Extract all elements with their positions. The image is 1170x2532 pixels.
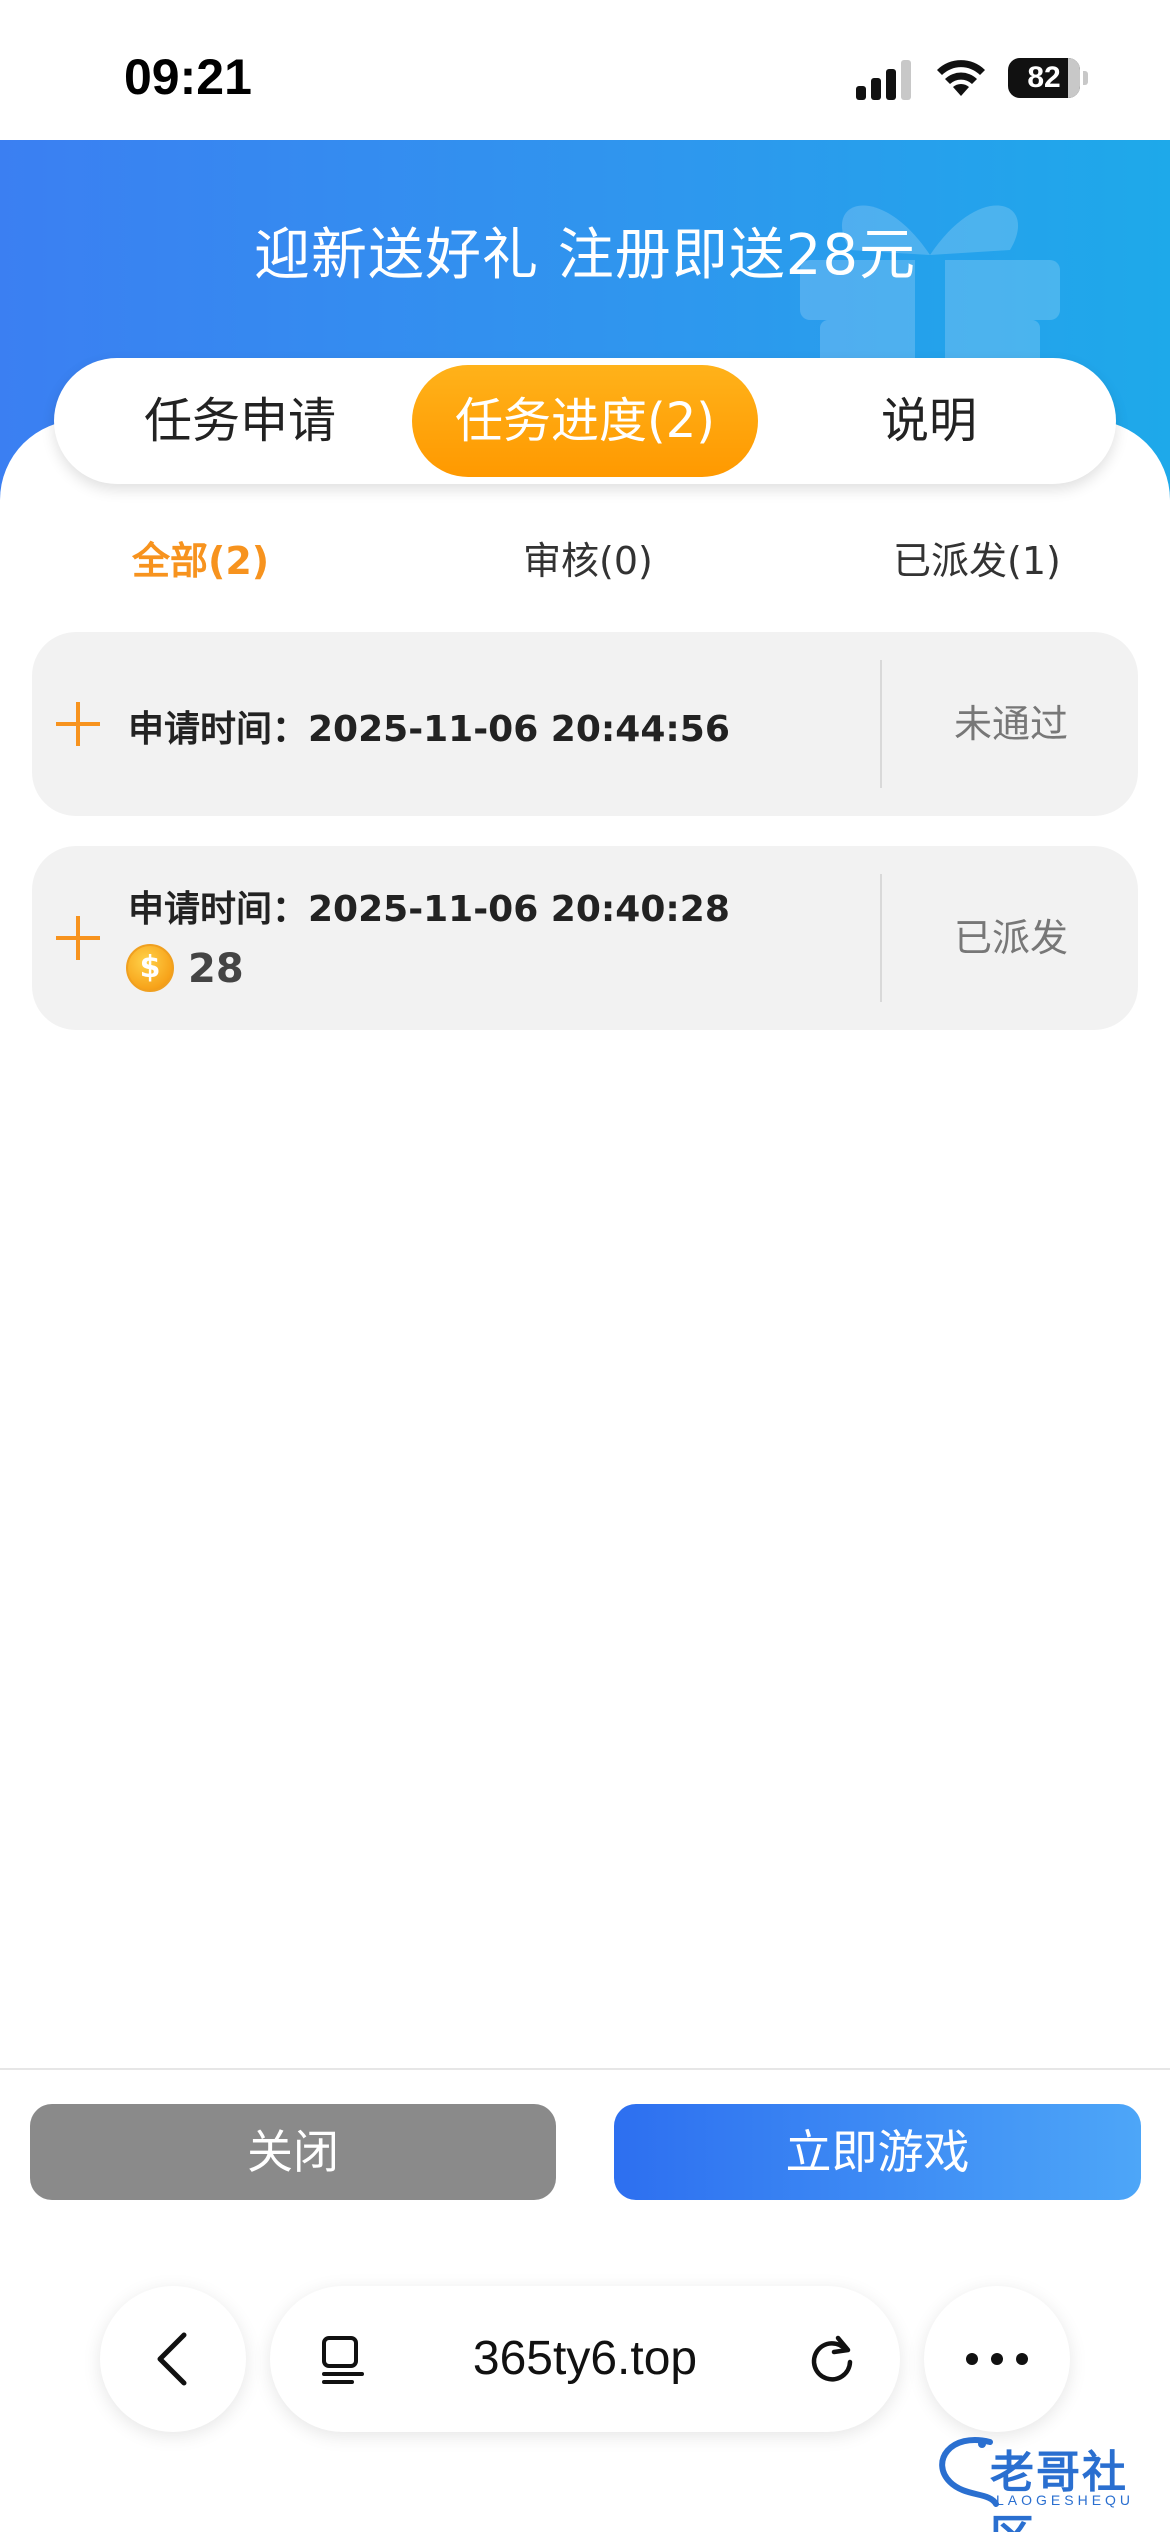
banner-title: 迎新送好礼 注册即送28元 [253,223,917,288]
card-divider [880,874,882,1002]
record-card[interactable]: 申请时间：2025-11-06 20:44:56 未通过 [32,632,1138,816]
filter-all[interactable]: 全部(2) [132,530,269,585]
close-button[interactable]: 关闭 [30,2104,556,2200]
reward-amount: 28 [188,946,244,992]
filter-issued[interactable]: 已派发(1) [893,530,1061,585]
apply-time: 申请时间：2025-11-06 20:40:28 [128,889,730,930]
tab-task-apply[interactable]: 任务申请 [90,365,390,477]
cellular-signal-icon [856,60,911,100]
coin-icon: $ [126,944,174,992]
plus-icon[interactable] [56,702,100,746]
tab-bar: 任务申请 任务进度(2) 说明 [54,358,1116,484]
chevron-left-icon [157,2332,187,2386]
tab-explanation[interactable]: 说明 [774,365,1084,477]
card-divider [880,660,882,788]
record-status: 已派发 [953,916,1068,960]
battery-level: 82 [1027,61,1061,94]
more-options-button[interactable] [924,2286,1070,2432]
reload-icon[interactable] [806,2332,858,2384]
record-status: 未通过 [953,702,1068,746]
apply-time: 申请时间：2025-11-06 20:44:56 [128,709,730,750]
back-button[interactable] [100,2286,246,2432]
filter-review[interactable]: 审核(0) [523,530,653,585]
status-filter: 全部(2) 审核(0) 已派发(1) [0,530,1170,590]
address-bar[interactable]: 365ty6.top [270,2286,900,2432]
plus-icon[interactable] [56,916,100,960]
wifi-icon [937,60,985,96]
watermark-logo: 老哥社区 LAOGESHEQU [930,2432,1165,2532]
ellipsis-icon [966,2353,1028,2365]
play-now-button[interactable]: 立即游戏 [614,2104,1141,2200]
bottom-divider [0,2068,1170,2070]
battery-icon: 82 [1008,58,1088,98]
watermark-subtext: LAOGESHEQU [996,2492,1135,2508]
status-time: 09:21 [124,49,252,105]
record-card[interactable]: 申请时间：2025-11-06 20:40:28 $ 28 已派发 [32,846,1138,1030]
tab-task-progress[interactable]: 任务进度(2) [412,365,758,477]
status-bar: 09:21 82 [0,0,1170,140]
watermark-text: 老哥社区 [990,2447,1128,2532]
